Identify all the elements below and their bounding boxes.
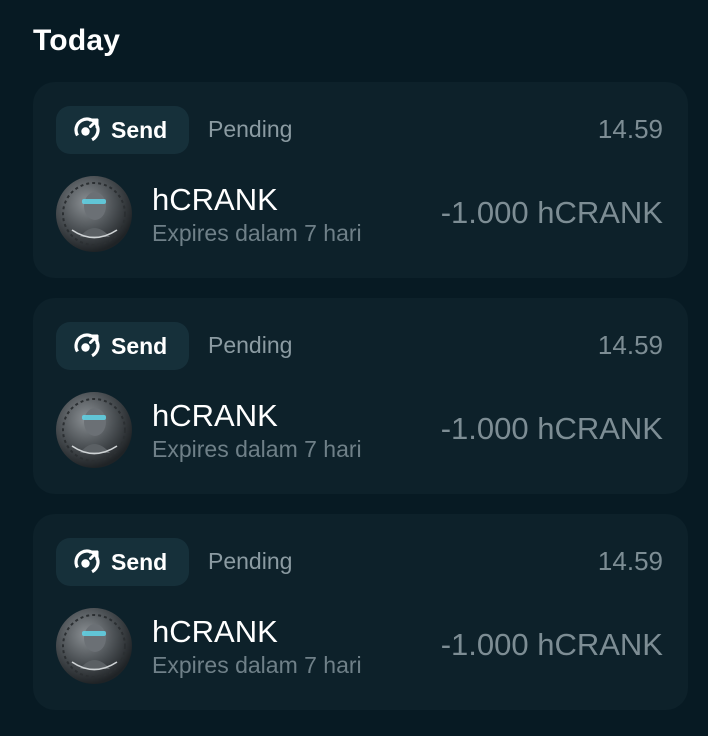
send-arrow-icon xyxy=(73,116,101,144)
transaction-card[interactable]: Send Pending 14.59 hCRANK Expires dalam … xyxy=(33,82,688,278)
hcrank-coin-avatar xyxy=(55,391,133,469)
hcrank-coin-avatar xyxy=(55,175,133,253)
transaction-time: 14.59 xyxy=(597,546,663,576)
transaction-list: Send Pending 14.59 hCRANK Expires dalam … xyxy=(33,82,688,730)
send-arrow-icon xyxy=(73,548,101,576)
expires-text: Expires dalam 7 hari xyxy=(152,652,362,678)
status-label: Pending xyxy=(208,116,293,142)
transaction-card[interactable]: Send Pending 14.59 hCRANK Expires dalam … xyxy=(33,514,688,710)
status-label: Pending xyxy=(208,332,293,358)
send-label: Send xyxy=(111,332,168,359)
transaction-time: 14.59 xyxy=(597,330,663,360)
hcrank-coin-avatar xyxy=(55,607,133,685)
expires-text: Expires dalam 7 hari xyxy=(152,220,362,246)
token-name: hCRANK xyxy=(152,398,278,433)
expires-text: Expires dalam 7 hari xyxy=(152,436,362,462)
transaction-amount: -1.000 hCRANK xyxy=(440,195,663,230)
section-title-today: Today xyxy=(33,24,121,57)
send-type-chip[interactable]: Send xyxy=(56,322,189,370)
send-type-chip[interactable]: Send xyxy=(56,106,189,154)
send-label: Send xyxy=(111,116,168,143)
send-type-chip[interactable]: Send xyxy=(56,538,189,586)
send-label: Send xyxy=(111,548,168,575)
send-arrow-icon xyxy=(73,332,101,360)
transaction-amount: -1.000 hCRANK xyxy=(440,411,663,446)
transaction-card[interactable]: Send Pending 14.59 hCRANK Expires dalam … xyxy=(33,298,688,494)
token-name: hCRANK xyxy=(152,182,278,217)
transaction-time: 14.59 xyxy=(597,114,663,144)
token-name: hCRANK xyxy=(152,614,278,649)
status-label: Pending xyxy=(208,548,293,574)
transaction-amount: -1.000 hCRANK xyxy=(440,627,663,662)
